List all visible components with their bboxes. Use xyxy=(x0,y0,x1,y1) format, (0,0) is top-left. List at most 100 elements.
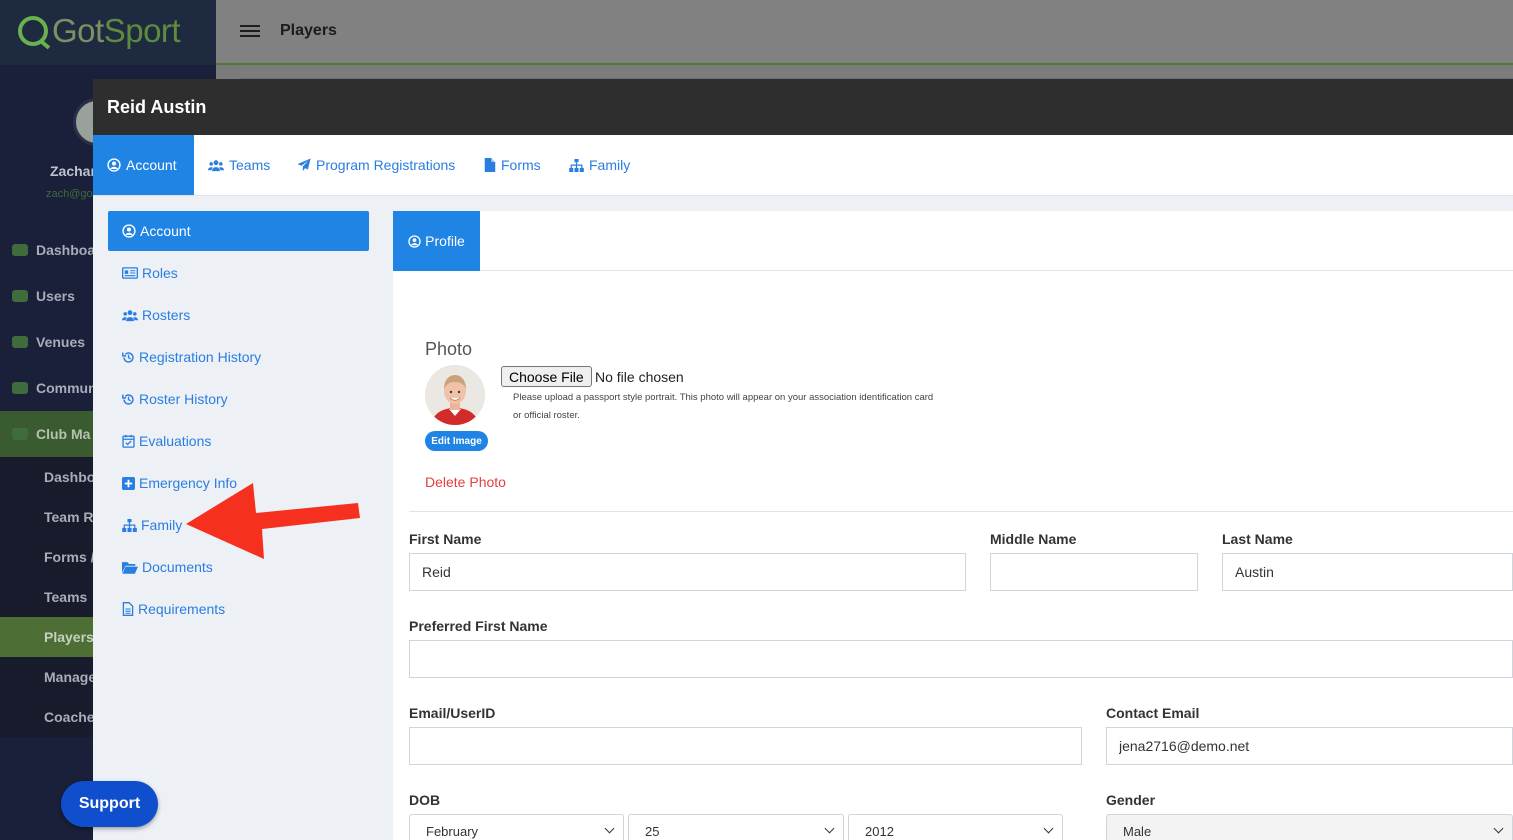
user-circle-icon xyxy=(107,158,121,172)
gotsport-logo[interactable]: Got Sport xyxy=(18,12,181,50)
hamburger-menu-icon[interactable] xyxy=(240,25,260,39)
tab-family[interactable]: Family xyxy=(555,135,644,195)
support-button[interactable]: Support xyxy=(61,781,158,827)
modal-header: Reid Austin xyxy=(93,79,1513,135)
sidebar-sub-label: Coache xyxy=(44,709,95,725)
preferred-first-name-label: Preferred First Name xyxy=(409,618,548,634)
dob-year-select[interactable]: 2012 xyxy=(848,814,1063,840)
gender-select[interactable]: Male xyxy=(1106,814,1513,840)
left-nav-label: Roster History xyxy=(139,391,228,407)
dob-day-select[interactable]: 25 xyxy=(628,814,844,840)
club-icon xyxy=(12,428,28,440)
history-icon xyxy=(122,393,134,405)
comments-icon xyxy=(12,382,28,394)
users-icon xyxy=(122,309,138,321)
choose-file-button[interactable]: Choose File xyxy=(501,366,592,387)
middle-name-label: Middle Name xyxy=(990,531,1077,547)
left-nav-registration-history[interactable]: Registration History xyxy=(108,337,369,377)
tab-profile[interactable]: Profile xyxy=(393,211,480,271)
profile-photo xyxy=(425,365,485,425)
photo-label: Photo xyxy=(425,339,473,359)
plus-square-icon xyxy=(122,476,135,490)
photo-help-text: Please upload a passport style portrait.… xyxy=(513,392,934,403)
dob-label: DOB xyxy=(409,792,441,808)
tab-teams[interactable]: Teams xyxy=(194,135,284,195)
sidebar-sub-label: Players xyxy=(44,629,94,645)
delete-photo-link[interactable]: Delete Photo xyxy=(425,474,506,490)
preferred-first-name-input[interactable] xyxy=(409,640,1513,678)
gender-label: Gender xyxy=(1106,792,1156,808)
left-nav-label: Rosters xyxy=(142,307,191,323)
profile-content: Profile Photo Edit Image Choose File No … xyxy=(393,196,1513,840)
users-icon xyxy=(208,159,224,171)
sidebar-item-label: Club Ma xyxy=(36,426,91,442)
page-title: Players xyxy=(280,22,337,39)
dob-day-value: 25 xyxy=(645,824,660,839)
sidebar-item-label: Venues xyxy=(36,334,86,350)
sidebar-item-label: Commun xyxy=(36,380,97,396)
file-text-icon xyxy=(122,602,134,616)
photo-help-text-continued: or official roster. xyxy=(513,410,580,421)
dob-year-value: 2012 xyxy=(865,824,894,839)
tab-label: Teams xyxy=(229,157,271,173)
middle-name-input[interactable] xyxy=(990,553,1198,591)
tab-forms[interactable]: Forms xyxy=(470,135,555,195)
sidebar-sub-label: Manage xyxy=(44,669,97,685)
user-circle-icon xyxy=(408,234,421,248)
tab-account[interactable]: Account xyxy=(93,135,194,195)
profile-card: Profile Photo Edit Image Choose File No … xyxy=(393,211,1513,840)
modal-title: Reid Austin xyxy=(107,97,207,117)
background-table-row xyxy=(240,67,1513,79)
venues-icon xyxy=(12,336,28,348)
sitemap-icon xyxy=(569,158,584,172)
profile-tab-bar: Profile xyxy=(393,211,1513,271)
sidebar-item-label: Dashboa xyxy=(36,242,96,258)
tab-program-registrations[interactable]: Program Registrations xyxy=(283,135,469,195)
left-nav-label: Evaluations xyxy=(139,433,212,449)
first-name-input[interactable] xyxy=(409,553,966,591)
left-nav-label: Family xyxy=(141,517,183,533)
tab-label: Family xyxy=(589,157,631,173)
left-nav-roles[interactable]: Roles xyxy=(108,253,369,293)
left-nav-account[interactable]: Account xyxy=(108,211,369,251)
tab-label: Profile xyxy=(425,233,465,249)
email-userid-input[interactable] xyxy=(409,727,1082,765)
gender-value: Male xyxy=(1123,824,1152,839)
id-card-icon xyxy=(122,267,138,279)
users-icon xyxy=(12,290,28,302)
tab-label: Account xyxy=(126,157,177,173)
player-modal: Reid Austin Account Teams Program Regist… xyxy=(93,79,1513,840)
left-nav-evaluations[interactable]: Evaluations xyxy=(108,421,369,461)
sidebar-sub-label: Team R xyxy=(44,509,94,525)
dashboard-icon xyxy=(12,244,28,256)
contact-email-label: Contact Email xyxy=(1106,705,1200,721)
left-nav-label: Account xyxy=(140,223,191,239)
contact-email-input[interactable] xyxy=(1106,727,1513,765)
folder-open-icon xyxy=(122,561,138,574)
last-name-input[interactable] xyxy=(1222,553,1513,591)
annotation-arrow-icon xyxy=(186,483,360,559)
left-nav-label: Registration History xyxy=(139,349,262,365)
sidebar-user-email: zach@go xyxy=(46,188,93,200)
sidebar-sub-label: Forms / xyxy=(44,549,95,565)
logo-mark-icon xyxy=(18,16,48,46)
left-nav-requirements[interactable]: Requirements xyxy=(108,589,369,629)
logo-band: Got Sport xyxy=(0,0,216,65)
dob-month-select[interactable]: February xyxy=(409,814,624,840)
edit-image-button[interactable]: Edit Image xyxy=(425,431,488,451)
last-name-label: Last Name xyxy=(1222,531,1293,547)
sitemap-icon xyxy=(122,518,137,532)
sidebar-sub-label: Teams xyxy=(44,589,88,605)
logo-text-got: Got xyxy=(52,12,104,49)
tab-label: Program Registrations xyxy=(316,157,456,173)
modal-tabs: Account Teams Program Registrations Form… xyxy=(93,135,1513,196)
left-nav-label: Roles xyxy=(142,265,178,281)
sidebar-sub-label: Dashbo xyxy=(44,469,96,485)
first-name-label: First Name xyxy=(409,531,482,547)
left-nav-roster-history[interactable]: Roster History xyxy=(108,379,369,419)
paper-plane-icon xyxy=(297,158,311,172)
logo-text-sport: Sport xyxy=(103,12,181,49)
app-topbar: Players xyxy=(216,0,1513,65)
left-nav-rosters[interactable]: Rosters xyxy=(108,295,369,335)
left-nav-label: Documents xyxy=(142,559,213,575)
